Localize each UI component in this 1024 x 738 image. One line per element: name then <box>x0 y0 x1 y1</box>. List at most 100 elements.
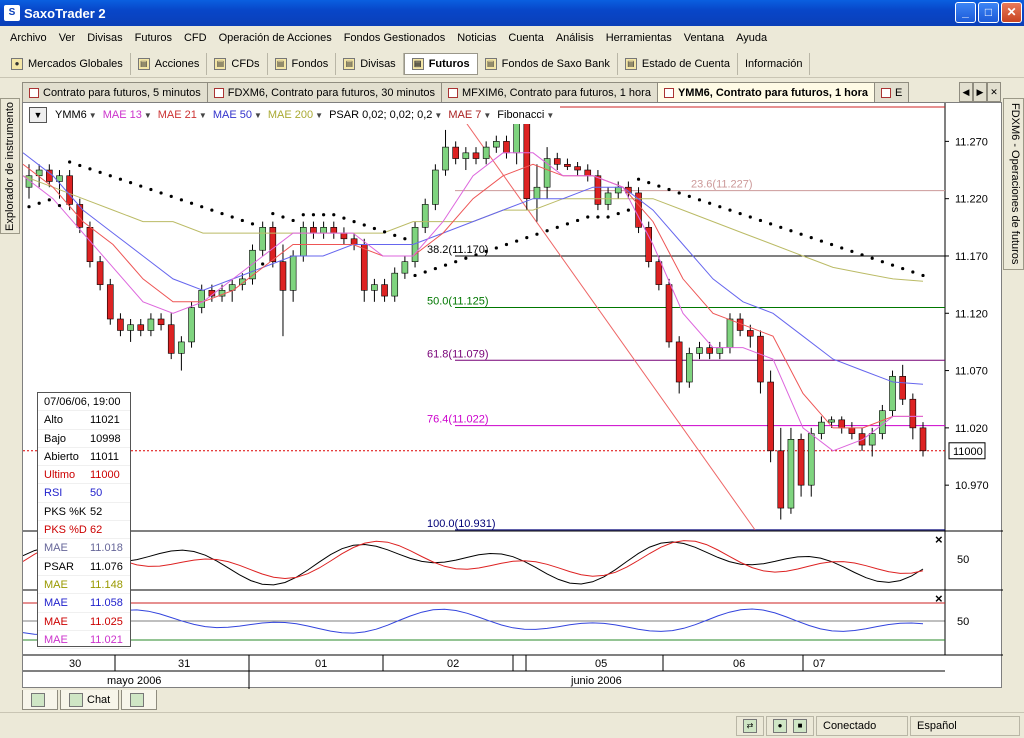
maximize-button[interactable]: □ <box>978 2 999 23</box>
candle[interactable] <box>533 186 541 199</box>
candle[interactable] <box>757 335 764 383</box>
candle[interactable] <box>787 439 795 509</box>
candle[interactable] <box>909 398 917 429</box>
tab-3[interactable]: YMM6, Contrato para futuros, 1 hora <box>656 82 876 102</box>
indicator-6[interactable]: Fibonacci ▼ <box>497 109 554 121</box>
bottom-tab-2[interactable] <box>121 690 158 710</box>
toolbar-button-5[interactable]: ▤ Futuros <box>403 52 478 75</box>
candle[interactable] <box>167 324 175 354</box>
candle[interactable] <box>807 433 815 486</box>
candle[interactable] <box>574 166 581 171</box>
candle[interactable] <box>828 419 835 423</box>
tab-0[interactable]: Contrato para futuros, 5 minutos <box>22 82 208 102</box>
menu-1[interactable]: Ver <box>53 32 82 44</box>
candle[interactable] <box>899 375 906 400</box>
toolbar-button-1[interactable]: ▤ Acciones <box>131 52 208 75</box>
candle[interactable] <box>442 146 449 171</box>
indicator-3[interactable]: MAE 200 ▼ <box>268 109 323 121</box>
candle[interactable] <box>553 158 561 165</box>
candle[interactable] <box>381 284 388 297</box>
candle[interactable] <box>584 169 592 177</box>
candle[interactable] <box>716 347 724 354</box>
menu-6[interactable]: Fondos Gestionados <box>338 32 452 44</box>
candle[interactable] <box>686 353 693 383</box>
tab-4[interactable]: E <box>874 82 910 102</box>
candle[interactable] <box>706 347 713 354</box>
candle[interactable] <box>137 324 145 331</box>
indicator-5[interactable]: MAE 7 ▼ <box>448 109 491 121</box>
candle[interactable] <box>96 261 104 285</box>
indicator-2[interactable]: MAE 50 ▼ <box>213 109 262 121</box>
menu-12[interactable]: Ayuda <box>730 32 773 44</box>
candle[interactable] <box>868 433 876 446</box>
price-chart[interactable]: 11.270 11.220 11.170 11.120 11.070 11.020 10.9… <box>23 103 1003 689</box>
candle[interactable] <box>86 227 94 263</box>
futures-operations-panel[interactable]: FDXM6 - Operaciones de futuros <box>1003 98 1024 270</box>
candle[interactable] <box>564 163 571 167</box>
candle[interactable] <box>696 347 703 354</box>
tab-scroll-left-icon[interactable]: ◀ <box>959 82 973 102</box>
candle[interactable] <box>391 272 399 297</box>
toolbar-button-7[interactable]: ▤ Estado de Cuenta <box>618 52 738 75</box>
candle[interactable] <box>340 232 348 240</box>
bottom-tab-0[interactable] <box>22 690 58 710</box>
candle[interactable] <box>452 146 459 159</box>
indicator-0[interactable]: MAE 13 ▼ <box>103 109 152 121</box>
candle[interactable] <box>421 204 429 228</box>
close-indicator-icon[interactable]: × <box>935 532 943 547</box>
tab-2[interactable]: MFXIM6, Contrato para futuros, 1 hora <box>441 82 658 102</box>
candle[interactable] <box>299 227 307 257</box>
candle[interactable] <box>493 141 500 148</box>
candle[interactable] <box>401 261 409 274</box>
menu-10[interactable]: Herramientas <box>600 32 678 44</box>
toolbar-button-3[interactable]: ▤ Fondos <box>268 52 337 75</box>
candle[interactable] <box>360 244 368 291</box>
candle[interactable] <box>462 152 470 159</box>
candle[interactable] <box>848 427 856 434</box>
candle[interactable] <box>157 318 165 326</box>
candle[interactable] <box>523 118 531 199</box>
tab-close-icon[interactable]: ✕ <box>987 82 1001 102</box>
candle[interactable] <box>543 158 551 188</box>
candle[interactable] <box>127 324 134 331</box>
candle[interactable] <box>818 421 825 434</box>
candle[interactable] <box>675 341 683 383</box>
candle[interactable] <box>777 450 785 509</box>
candle[interactable] <box>289 255 297 291</box>
toolbar-button-2[interactable]: ▤ CFDs <box>207 52 268 75</box>
chart-area[interactable]: 11.270 11.220 11.170 11.120 11.070 11.020 10.9… <box>22 102 1003 689</box>
candle[interactable] <box>635 192 642 228</box>
menu-3[interactable]: Futuros <box>129 32 178 44</box>
candle[interactable] <box>767 381 774 452</box>
candle[interactable] <box>482 146 490 159</box>
menu-2[interactable]: Divisas <box>81 32 128 44</box>
candle[interactable] <box>503 141 510 154</box>
toolbar-button-4[interactable]: ▤ Divisas <box>336 52 404 75</box>
menu-8[interactable]: Cuenta <box>502 32 549 44</box>
menu-11[interactable]: Ventana <box>678 32 730 44</box>
candle[interactable] <box>746 330 754 337</box>
candle[interactable] <box>371 284 378 291</box>
candle[interactable] <box>117 318 124 331</box>
candle[interactable] <box>879 410 886 434</box>
candle[interactable] <box>178 341 185 354</box>
instrument-explorer-panel[interactable]: Explorador de instrumento <box>0 98 20 234</box>
status-network-cell[interactable]: ⇄ <box>736 715 764 736</box>
candle[interactable] <box>594 175 602 205</box>
indicator-1[interactable]: MAE 21 ▼ <box>158 109 207 121</box>
rsi-line[interactable] <box>23 608 924 636</box>
candle[interactable] <box>147 318 155 331</box>
candle[interactable] <box>665 284 673 343</box>
instrument-selector[interactable]: YMM6 ▼ <box>55 109 97 121</box>
stoch-d-line[interactable] <box>23 540 924 580</box>
candle[interactable] <box>838 419 846 429</box>
candle[interactable] <box>432 169 439 205</box>
menu-4[interactable]: CFD <box>178 32 213 44</box>
toolbar-button-0[interactable]: ● Mercados Globales <box>4 52 131 75</box>
candle[interactable] <box>279 261 287 291</box>
fib-trend-line[interactable] <box>454 106 756 531</box>
close-indicator-icon[interactable]: × <box>935 591 943 606</box>
toolbar-button-8[interactable]: Información <box>738 52 811 75</box>
candle[interactable] <box>472 152 480 159</box>
candle[interactable] <box>310 227 317 234</box>
